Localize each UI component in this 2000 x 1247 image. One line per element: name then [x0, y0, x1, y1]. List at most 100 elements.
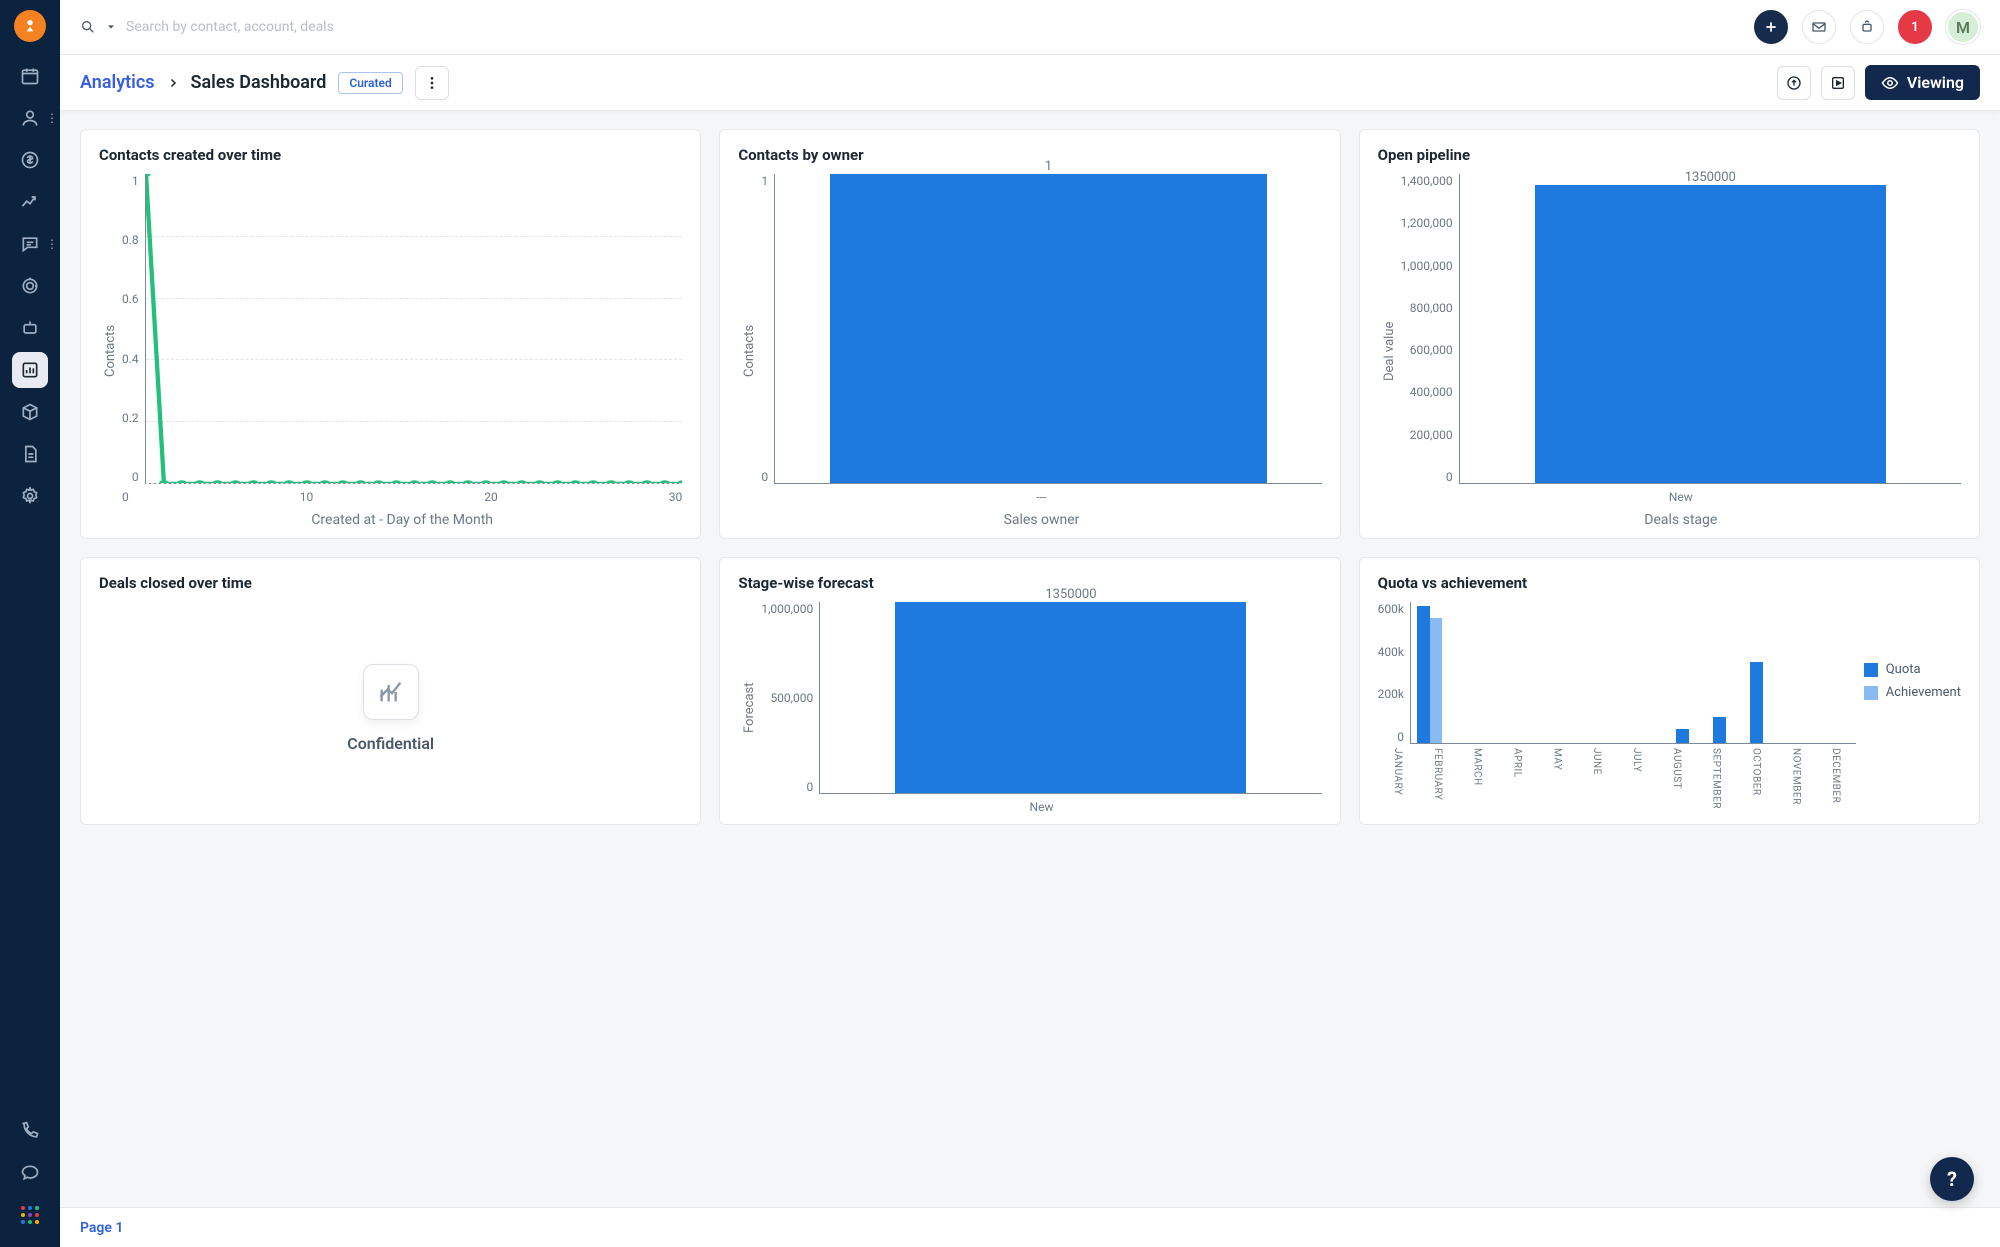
card-title: Open pipeline — [1378, 146, 1961, 164]
avatar-initial: M — [1956, 18, 1970, 37]
grouped-bar-plot — [1410, 602, 1856, 744]
y-ticks: 10 — [761, 174, 774, 484]
search-icon[interactable] — [80, 19, 96, 35]
nav-deals[interactable] — [12, 142, 48, 178]
y-axis-label: Deal value — [1378, 174, 1401, 528]
x-ticks: JANUARYFEBRUARYMARCHAPRILMAYJUNEJULYAUGU… — [1378, 744, 1856, 814]
freddy-button[interactable] — [1850, 10, 1884, 44]
legend-quota: Quota — [1886, 662, 1921, 677]
card-stage-forecast: Stage-wise forecast Forecast 1,000,00050… — [719, 557, 1340, 825]
card-open-pipeline: Open pipeline Deal value 1,400,0001,200,… — [1359, 129, 1980, 539]
bar-plot: 1350000 — [819, 602, 1321, 794]
chevron-down-icon[interactable] — [106, 22, 116, 32]
nav-goals[interactable] — [12, 268, 48, 304]
bot-icon — [20, 318, 40, 338]
x-axis-label: Sales owner — [761, 504, 1321, 528]
card-title: Contacts created over time — [99, 146, 682, 164]
breadcrumb-parent[interactable]: Analytics — [80, 72, 155, 93]
nav-settings[interactable] — [12, 478, 48, 514]
card-title: Quota vs achievement — [1378, 574, 1961, 592]
eye-icon — [1881, 74, 1899, 92]
more-options-button[interactable] — [415, 66, 449, 100]
footer: Page 1 — [60, 1207, 2000, 1247]
empty-text: Confidential — [347, 734, 434, 753]
nav-contacts[interactable]: ⋮ — [12, 100, 48, 136]
kebab-icon — [424, 75, 440, 91]
upload-circle-icon — [1786, 75, 1802, 91]
nav-documents[interactable] — [12, 436, 48, 472]
empty-chart-icon — [363, 664, 419, 720]
x-axis-label: Deals stage — [1401, 504, 1961, 528]
viewing-button[interactable]: Viewing — [1865, 65, 1980, 100]
bar-chart-icon — [20, 360, 40, 380]
y-ticks: 1,000,000500,0000 — [761, 602, 819, 794]
nav-apps[interactable] — [12, 1197, 48, 1233]
phone-icon — [20, 1121, 40, 1141]
robot-icon — [1859, 19, 1875, 35]
nav-calendar[interactable] — [12, 58, 48, 94]
more-dots-icon[interactable]: ⋮ — [46, 111, 58, 125]
nav-reports[interactable] — [12, 184, 48, 220]
curated-badge: Curated — [338, 72, 402, 94]
x-ticks: New — [761, 794, 1321, 814]
card-quota-vs-achievement: Quota vs achievement 600k400k200k0 JANUA… — [1359, 557, 1980, 825]
nav-products[interactable] — [12, 394, 48, 430]
y-axis-label: Forecast — [738, 602, 761, 814]
calendar-icon — [20, 66, 40, 86]
global-search-input[interactable] — [126, 19, 446, 35]
nav-support-chat[interactable] — [12, 1155, 48, 1191]
speech-icon — [20, 1163, 40, 1183]
breadcrumb-bar: Analytics Sales Dashboard Curated Viewin… — [60, 55, 2000, 111]
mail-button[interactable] — [1802, 10, 1836, 44]
top-bar: 1 M — [60, 0, 2000, 55]
export-button[interactable] — [1777, 66, 1811, 100]
y-axis-label: Contacts — [738, 174, 761, 528]
mail-icon — [1811, 19, 1827, 35]
dollar-icon — [20, 150, 40, 170]
target-icon — [20, 276, 40, 296]
add-button[interactable] — [1754, 10, 1788, 44]
card-deals-closed: Deals closed over time Confidential — [80, 557, 701, 825]
legend-achievement: Achievement — [1886, 685, 1961, 700]
chevron-right-icon — [167, 77, 179, 89]
dashboard-canvas: Contacts created over time Contacts 10.8… — [60, 111, 2000, 1207]
notifications-button[interactable]: 1 — [1898, 10, 1932, 44]
help-fab[interactable]: ? — [1930, 1157, 1974, 1201]
y-ticks: 1,400,0001,200,0001,000,000800,000600,00… — [1401, 174, 1459, 484]
document-icon — [20, 444, 40, 464]
gear-icon — [20, 486, 40, 506]
x-ticks: New — [1401, 484, 1961, 504]
user-avatar[interactable]: M — [1946, 10, 1980, 44]
viewing-label: Viewing — [1907, 73, 1964, 92]
person-down-icon — [22, 18, 38, 34]
chat-icon — [20, 234, 40, 254]
user-icon — [20, 108, 40, 128]
x-ticks: --- — [761, 484, 1321, 504]
nav-bot[interactable] — [12, 310, 48, 346]
x-axis-label: Created at - Day of the Month — [122, 504, 682, 528]
card-contacts-over-time: Contacts created over time Contacts 10.8… — [80, 129, 701, 539]
present-button[interactable] — [1821, 66, 1855, 100]
nav-chat[interactable]: ⋮ — [12, 226, 48, 262]
card-title: Deals closed over time — [99, 574, 682, 592]
more-dots-icon[interactable]: ⋮ — [46, 237, 58, 251]
page-tab[interactable]: Page 1 — [80, 1220, 123, 1236]
notification-count: 1 — [1911, 20, 1918, 35]
x-ticks: 0102030 — [122, 484, 682, 504]
app-logo[interactable] — [14, 10, 46, 42]
card-contacts-by-owner: Contacts by owner Contacts 10 1 --- Sale… — [719, 129, 1340, 539]
apps-grid-icon — [21, 1206, 39, 1224]
legend: Quota Achievement — [1856, 602, 1961, 814]
y-ticks: 600k400k200k0 — [1378, 602, 1410, 744]
line-plot — [145, 174, 683, 484]
left-nav: ⋮ ⋮ — [0, 0, 60, 1247]
card-title: Stage-wise forecast — [738, 574, 1321, 592]
card-title: Contacts by owner — [738, 146, 1321, 164]
bar-plot: 1350000 — [1459, 174, 1961, 484]
play-square-icon — [1830, 75, 1846, 91]
nav-analytics[interactable] — [12, 352, 48, 388]
y-axis-label: Contacts — [99, 174, 122, 528]
y-ticks: 10.80.60.40.20 — [122, 174, 145, 484]
nav-phone[interactable] — [12, 1113, 48, 1149]
breadcrumb-current: Sales Dashboard — [191, 72, 327, 93]
